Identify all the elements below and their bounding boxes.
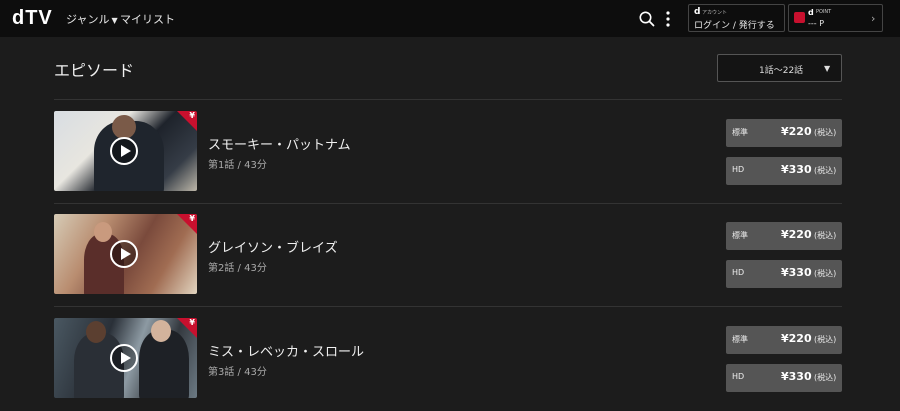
tax-label: (税込) xyxy=(814,128,837,137)
episode-row-3: ¥ ミス・レベッカ・スロール 第3話 / 43分 標準 ¥220 (税込) HD… xyxy=(54,318,842,400)
price-amount: ¥220 xyxy=(781,332,812,345)
price-amount: ¥220 xyxy=(781,125,812,138)
episode-range-select[interactable]: 1話〜22話 ▼ xyxy=(717,54,842,82)
d-point-mark: d xyxy=(808,8,814,17)
buy-hd-button[interactable]: HD ¥330 (税込) xyxy=(726,364,842,392)
yen-icon: ¥ xyxy=(189,318,195,327)
nav-genre-label: ジャンル xyxy=(66,13,110,26)
divider xyxy=(54,306,842,307)
episode-title[interactable]: グレイソン・ブレイズ xyxy=(208,237,338,256)
section-title: エピソード xyxy=(54,61,135,80)
tax-label: (税込) xyxy=(814,166,837,175)
nav-genre-menu[interactable]: ジャンル ▼ xyxy=(66,11,118,27)
episode-meta: 第3話 / 43分 xyxy=(208,367,267,378)
account-login-label: ログイン / 発行する xyxy=(694,21,775,31)
top-header: dTV ジャンル ▼ マイリスト d アカウント ログイン / 発行する d PO… xyxy=(0,0,900,37)
price-amount: ¥330 xyxy=(781,266,812,279)
nav-mylist-link[interactable]: マイリスト xyxy=(120,11,175,27)
tax-label: (税込) xyxy=(814,335,837,344)
buy-hd-button[interactable]: HD ¥330 (税込) xyxy=(726,260,842,288)
play-icon[interactable] xyxy=(110,137,138,165)
play-icon[interactable] xyxy=(110,240,138,268)
d-point-label: POINT xyxy=(816,9,832,15)
episode-thumbnail[interactable]: ¥ xyxy=(54,318,197,398)
d-point-value: --- P xyxy=(808,19,825,28)
d-point-logo-icon xyxy=(794,12,805,23)
quality-label: HD xyxy=(732,165,745,174)
price-amount: ¥330 xyxy=(781,163,812,176)
quality-label: HD xyxy=(732,372,745,381)
quality-label: 標準 xyxy=(732,335,748,344)
tax-label: (税込) xyxy=(814,231,837,240)
buy-standard-button[interactable]: 標準 ¥220 (税込) xyxy=(726,326,842,354)
price-amount: ¥330 xyxy=(781,370,812,383)
yen-icon: ¥ xyxy=(189,111,195,120)
episode-meta: 第1話 / 43分 xyxy=(208,160,267,171)
more-vertical-icon[interactable] xyxy=(662,10,674,28)
divider xyxy=(54,203,842,204)
buy-standard-button[interactable]: 標準 ¥220 (税込) xyxy=(726,119,842,147)
buy-hd-button[interactable]: HD ¥330 (税込) xyxy=(726,157,842,185)
episode-thumbnail[interactable]: ¥ xyxy=(54,214,197,294)
episode-meta: 第2話 / 43分 xyxy=(208,263,267,274)
play-icon[interactable] xyxy=(110,344,138,372)
chevron-right-icon: › xyxy=(871,12,876,25)
d-point-button[interactable]: d POINT --- P › xyxy=(788,4,883,32)
episode-thumbnail[interactable]: ¥ xyxy=(54,111,197,191)
account-small-label: アカウント xyxy=(702,10,728,16)
buy-standard-button[interactable]: 標準 ¥220 (税込) xyxy=(726,222,842,250)
quality-label: 標準 xyxy=(732,231,748,240)
tax-label: (税込) xyxy=(814,373,837,382)
search-icon[interactable] xyxy=(638,10,656,28)
divider xyxy=(54,99,842,100)
episode-row-1: ¥ スモーキー・パットナム 第1話 / 43分 標準 ¥220 (税込) HD … xyxy=(54,111,842,193)
quality-label: HD xyxy=(732,268,745,277)
dtv-logo[interactable]: dTV xyxy=(12,7,53,30)
price-amount: ¥220 xyxy=(781,228,812,241)
d-account-logo: d xyxy=(694,7,701,17)
quality-label: 標準 xyxy=(732,128,748,137)
episode-row-2: ¥ グレイソン・ブレイズ 第2話 / 43分 標準 ¥220 (税込) HD ¥… xyxy=(54,214,842,296)
caret-down-icon: ▼ xyxy=(824,64,831,73)
episode-title[interactable]: スモーキー・パットナム xyxy=(208,134,351,153)
episode-range-value: 1話〜22話 xyxy=(759,66,804,76)
yen-icon: ¥ xyxy=(189,214,195,223)
caret-down-icon: ▼ xyxy=(111,16,118,25)
tax-label: (税込) xyxy=(814,269,837,278)
account-login-button[interactable]: d アカウント ログイン / 発行する xyxy=(688,4,785,32)
episode-title[interactable]: ミス・レベッカ・スロール xyxy=(208,341,364,360)
